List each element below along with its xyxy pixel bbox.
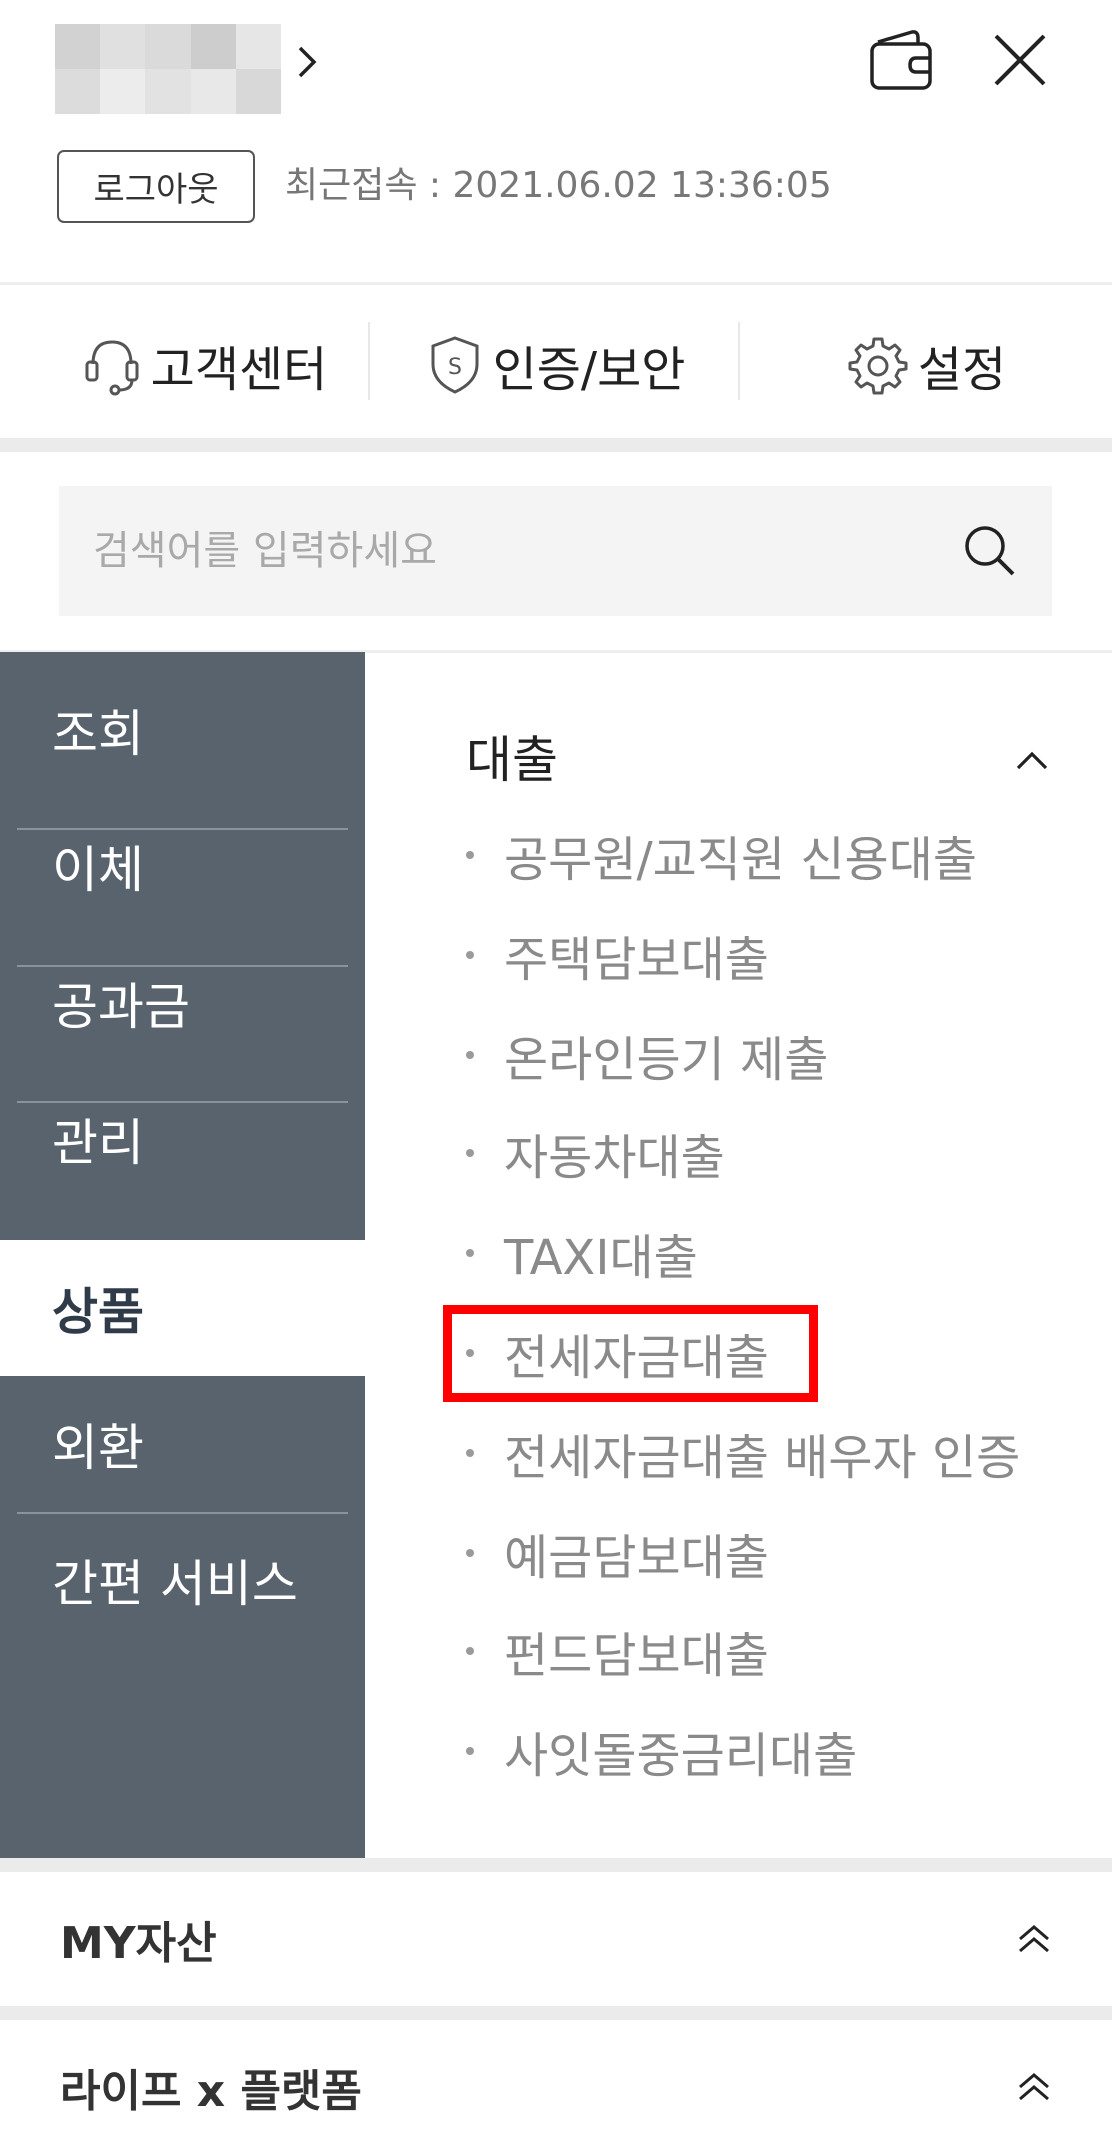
loan-item-jeonse[interactable]: 전세자금대출 [460, 1308, 769, 1398]
loan-item-label: 전세자금대출 배우자 인증 [504, 1430, 1021, 1486]
bullet-icon [466, 1549, 474, 1557]
loan-item-label: 공무원/교직원 신용대출 [504, 832, 978, 888]
section-divider [0, 1858, 1112, 1872]
customer-center-label: 고객센터 [150, 342, 328, 398]
last-login-text: 최근접속 : 2021.06.02 13:36:05 [285, 165, 832, 206]
double-chevron-up-icon[interactable] [1016, 2069, 1052, 2105]
double-chevron-up-icon[interactable] [1016, 1921, 1052, 1957]
loan-item-label: 펀드담보대출 [504, 1628, 769, 1684]
nav-item-easy-service[interactable]: 간편 서비스 [0, 1512, 365, 1648]
nav-item-label: 간편 서비스 [52, 1555, 298, 1613]
bullet-icon [466, 1747, 474, 1755]
bullet-icon [466, 1051, 474, 1059]
loan-item-label: 온라인등기 제출 [504, 1032, 829, 1088]
loan-item-car[interactable]: 자동차대출 [460, 1108, 725, 1198]
nav-item-products[interactable]: 상품 [0, 1240, 365, 1376]
nav-item-label: 상품 [52, 1283, 144, 1341]
loan-item-saitdol-mid-rate[interactable]: 사잇돌중금리대출 [460, 1706, 857, 1796]
loan-section-title[interactable]: 대출 [466, 728, 558, 792]
my-assets-label: MY자산 [60, 1918, 217, 1969]
loan-item-online-registry[interactable]: 온라인등기 제출 [460, 1010, 828, 1100]
bullet-icon [466, 1449, 474, 1457]
security-label: 인증/보안 [492, 342, 686, 398]
customer-center-button[interactable]: 고객센터 [55, 300, 355, 430]
loan-item-label: 예금담보대출 [504, 1530, 769, 1586]
gear-icon [848, 337, 908, 395]
user-name-blurred[interactable] [55, 24, 281, 114]
nav-item-inquiry[interactable]: 조회 [0, 662, 365, 798]
search-icon [965, 526, 1015, 576]
nav-item-transfer[interactable]: 이체 [0, 798, 365, 934]
header-divider [0, 282, 1112, 285]
nav-item-label: 외환 [52, 1419, 144, 1477]
nav-item-utility-bills[interactable]: 공과금 [0, 935, 365, 1071]
settings-button[interactable]: 설정 [742, 300, 1112, 430]
section-divider [0, 438, 1112, 452]
bullet-icon [466, 1647, 474, 1655]
nav-item-foreign-exchange[interactable]: 외환 [0, 1376, 365, 1512]
loan-item-label: 주택담보대출 [504, 932, 769, 988]
nav-item-label: 공과금 [52, 978, 190, 1036]
search-button[interactable] [960, 521, 1020, 581]
bullet-icon [466, 951, 474, 959]
close-icon[interactable] [992, 32, 1048, 88]
loan-item-jeonse-spouse-auth[interactable]: 전세자금대출 배우자 인증 [460, 1408, 1020, 1498]
headset-icon [85, 340, 139, 396]
wallet-icon[interactable] [868, 28, 934, 92]
bullet-icon [466, 1349, 474, 1357]
section-divider [0, 2006, 1112, 2020]
loan-item-fund-secured[interactable]: 펀드담보대출 [460, 1606, 769, 1696]
loan-item-taxi[interactable]: TAXI대출 [460, 1208, 698, 1298]
settings-label: 설정 [917, 342, 1007, 398]
quick-menu-separator [368, 322, 370, 400]
loan-item-label: 전세자금대출 [504, 1330, 769, 1386]
category-nav: 조회 이체 공과금 관리 상품 외환 간편 서비스 [0, 652, 365, 1858]
nav-item-label: 관리 [52, 1114, 144, 1172]
nav-item-label: 조회 [52, 705, 144, 763]
quick-menu-separator [738, 322, 740, 400]
loan-item-label: 사잇돌중금리대출 [504, 1728, 858, 1784]
bullet-icon [466, 1149, 474, 1157]
my-assets-section[interactable]: MY자산 [0, 1872, 1112, 2006]
svg-text:S: S [448, 355, 462, 380]
bullet-icon [466, 1249, 474, 1257]
logout-button[interactable]: 로그아웃 [57, 150, 255, 223]
bullet-icon [466, 851, 474, 859]
loan-item-label: 자동차대출 [504, 1130, 725, 1186]
life-platform-label: 라이프 x 플랫폼 [60, 2066, 362, 2117]
loan-item-deposit-secured[interactable]: 예금담보대출 [460, 1508, 769, 1598]
security-button[interactable]: S 인증/보안 [372, 300, 740, 430]
chevron-right-icon[interactable] [296, 40, 320, 84]
search-input[interactable] [93, 486, 943, 616]
life-platform-section[interactable]: 라이프 x 플랫폼 [0, 2020, 1112, 2154]
loan-item-mortgage[interactable]: 주택담보대출 [460, 910, 769, 1000]
shield-icon: S [431, 336, 479, 394]
nav-item-management[interactable]: 관리 [0, 1071, 365, 1207]
loan-item-civil-servant-credit[interactable]: 공무원/교직원 신용대출 [460, 810, 977, 900]
search-bar [59, 486, 1052, 616]
loan-item-label: TAXI대출 [504, 1230, 698, 1286]
nav-item-label: 이체 [52, 841, 144, 899]
chevron-up-icon[interactable] [1014, 742, 1050, 778]
